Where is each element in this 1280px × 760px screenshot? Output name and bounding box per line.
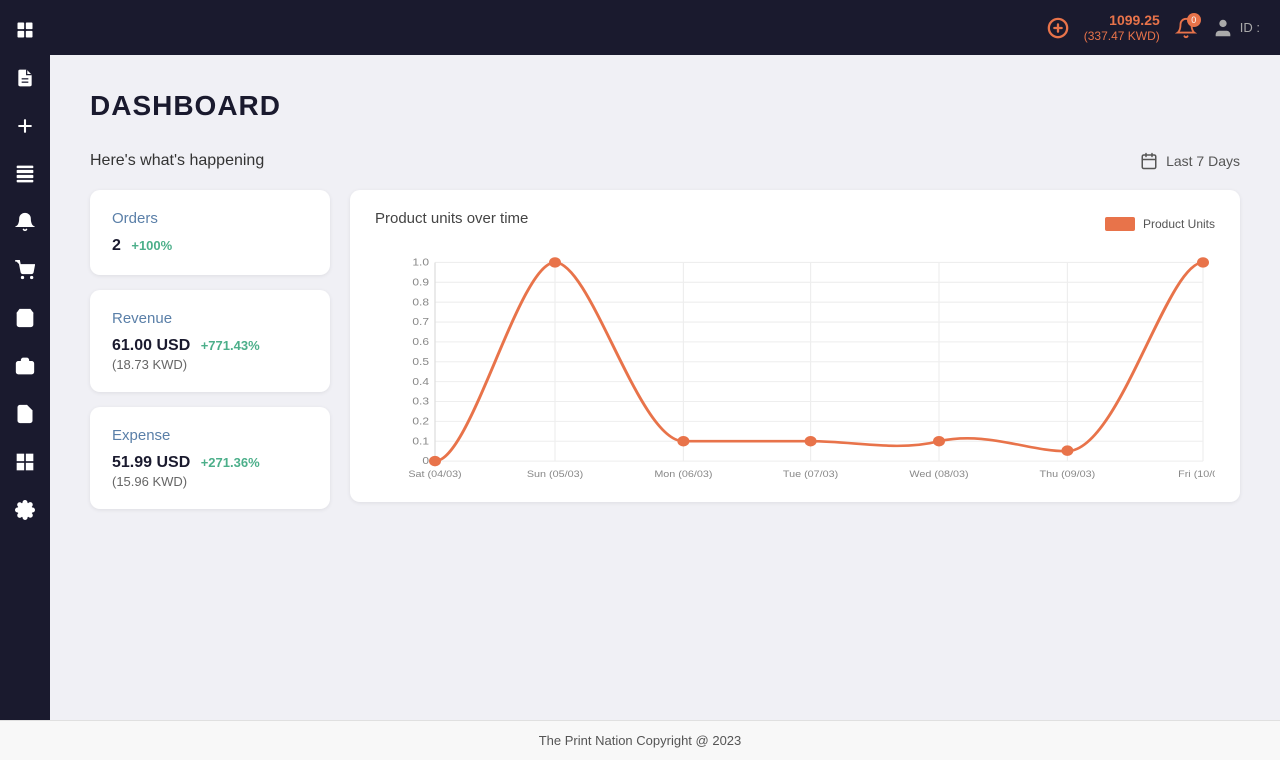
main-content: DASHBOARD Here's what's happening Last 7…	[50, 55, 1280, 720]
svg-text:0: 0	[422, 456, 429, 467]
svg-text:Thu (09/03): Thu (09/03)	[1040, 469, 1096, 479]
revenue-card-value: 61.00 USD +771.43%	[112, 337, 308, 355]
svg-text:Mon (06/03): Mon (06/03)	[654, 469, 712, 479]
chart-container: 1.0 0.9 0.8 0.7 0.6 0.5 0.4 0.3 0.2 0.1 …	[375, 252, 1215, 482]
expense-card-value: 51.99 USD +271.36%	[112, 454, 308, 472]
balance-kwd: (337.47 KWD)	[1084, 29, 1160, 45]
revenue-card: Revenue 61.00 USD +771.43% (18.73 KWD)	[90, 290, 330, 392]
chart-card: Product units over time Product Units	[350, 190, 1240, 502]
svg-text:0.3: 0.3	[412, 396, 429, 407]
svg-text:0.6: 0.6	[412, 337, 429, 348]
user-id-label: ID :	[1240, 20, 1260, 35]
revenue-change: +771.43%	[201, 338, 260, 353]
section-header: Here's what's happening Last 7 Days	[90, 152, 1240, 170]
svg-text:Sat (04/03): Sat (04/03)	[408, 469, 461, 479]
svg-text:Tue (07/03): Tue (07/03)	[783, 469, 838, 479]
expense-change: +271.36%	[201, 455, 260, 470]
svg-text:1.0: 1.0	[412, 257, 429, 268]
chart-svg: 1.0 0.9 0.8 0.7 0.6 0.5 0.4 0.3 0.2 0.1 …	[375, 252, 1215, 482]
date-filter-button[interactable]: Last 7 Days	[1140, 152, 1240, 170]
content-row: Orders 2 +100% Revenue 61.00 USD +771.43…	[90, 190, 1240, 509]
sidebar-item-dashboard[interactable]	[10, 15, 40, 45]
chart-title: Product units over time	[375, 210, 528, 227]
sidebar-item-inventory[interactable]	[10, 159, 40, 189]
topbar: 1099.25 (337.47 KWD) 0 ID :	[50, 0, 1280, 55]
orders-card-title: Orders	[112, 210, 308, 227]
expense-card: Expense 51.99 USD +271.36% (15.96 KWD)	[90, 407, 330, 509]
sidebar-item-cart[interactable]	[10, 255, 40, 285]
sidebar-item-reports[interactable]	[10, 63, 40, 93]
legend-color	[1105, 217, 1135, 231]
footer-text: The Print Nation Copyright @ 2023	[539, 733, 742, 748]
svg-text:0.9: 0.9	[412, 277, 429, 288]
sidebar-item-briefcase[interactable]	[10, 351, 40, 381]
svg-text:0.5: 0.5	[412, 357, 429, 368]
sidebar-item-settings[interactable]	[10, 495, 40, 525]
revenue-card-title: Revenue	[112, 310, 308, 327]
sidebar-item-add[interactable]	[10, 111, 40, 141]
date-filter-label: Last 7 Days	[1166, 153, 1240, 169]
legend-label: Product Units	[1143, 217, 1215, 231]
footer: The Print Nation Copyright @ 2023	[0, 720, 1280, 760]
svg-text:0.2: 0.2	[412, 416, 429, 427]
svg-text:Sun (05/03): Sun (05/03)	[527, 469, 583, 479]
svg-text:0.8: 0.8	[412, 297, 429, 308]
section-subtitle: Here's what's happening	[90, 152, 264, 170]
svg-text:Fri (10/03): Fri (10/03)	[1178, 469, 1215, 479]
sidebar-item-notifications[interactable]	[10, 207, 40, 237]
sidebar-item-scan[interactable]	[10, 447, 40, 477]
add-balance-button[interactable]	[1047, 17, 1069, 39]
balance-display: 1099.25 (337.47 KWD)	[1084, 11, 1160, 45]
revenue-sub: (18.73 KWD)	[112, 357, 308, 372]
stats-cards: Orders 2 +100% Revenue 61.00 USD +771.43…	[90, 190, 330, 509]
expense-sub: (15.96 KWD)	[112, 474, 308, 489]
sidebar-item-documents[interactable]	[10, 399, 40, 429]
notifications-button[interactable]: 0	[1175, 17, 1197, 39]
svg-text:Wed (08/03): Wed (08/03)	[909, 469, 968, 479]
sidebar	[0, 0, 50, 720]
chart-legend: Product Units	[1105, 217, 1215, 231]
expense-card-title: Expense	[112, 427, 308, 444]
user-menu[interactable]: ID :	[1212, 17, 1260, 39]
sidebar-item-store[interactable]	[10, 303, 40, 333]
orders-change: +100%	[131, 238, 172, 253]
svg-text:0.4: 0.4	[412, 376, 429, 387]
orders-card: Orders 2 +100%	[90, 190, 330, 275]
notification-count: 0	[1187, 13, 1201, 27]
balance-usd: 1099.25	[1109, 11, 1160, 29]
page-title: DASHBOARD	[90, 90, 1240, 122]
svg-text:0.1: 0.1	[412, 436, 429, 447]
orders-card-value: 2 +100%	[112, 237, 308, 255]
svg-text:0.7: 0.7	[412, 317, 429, 328]
